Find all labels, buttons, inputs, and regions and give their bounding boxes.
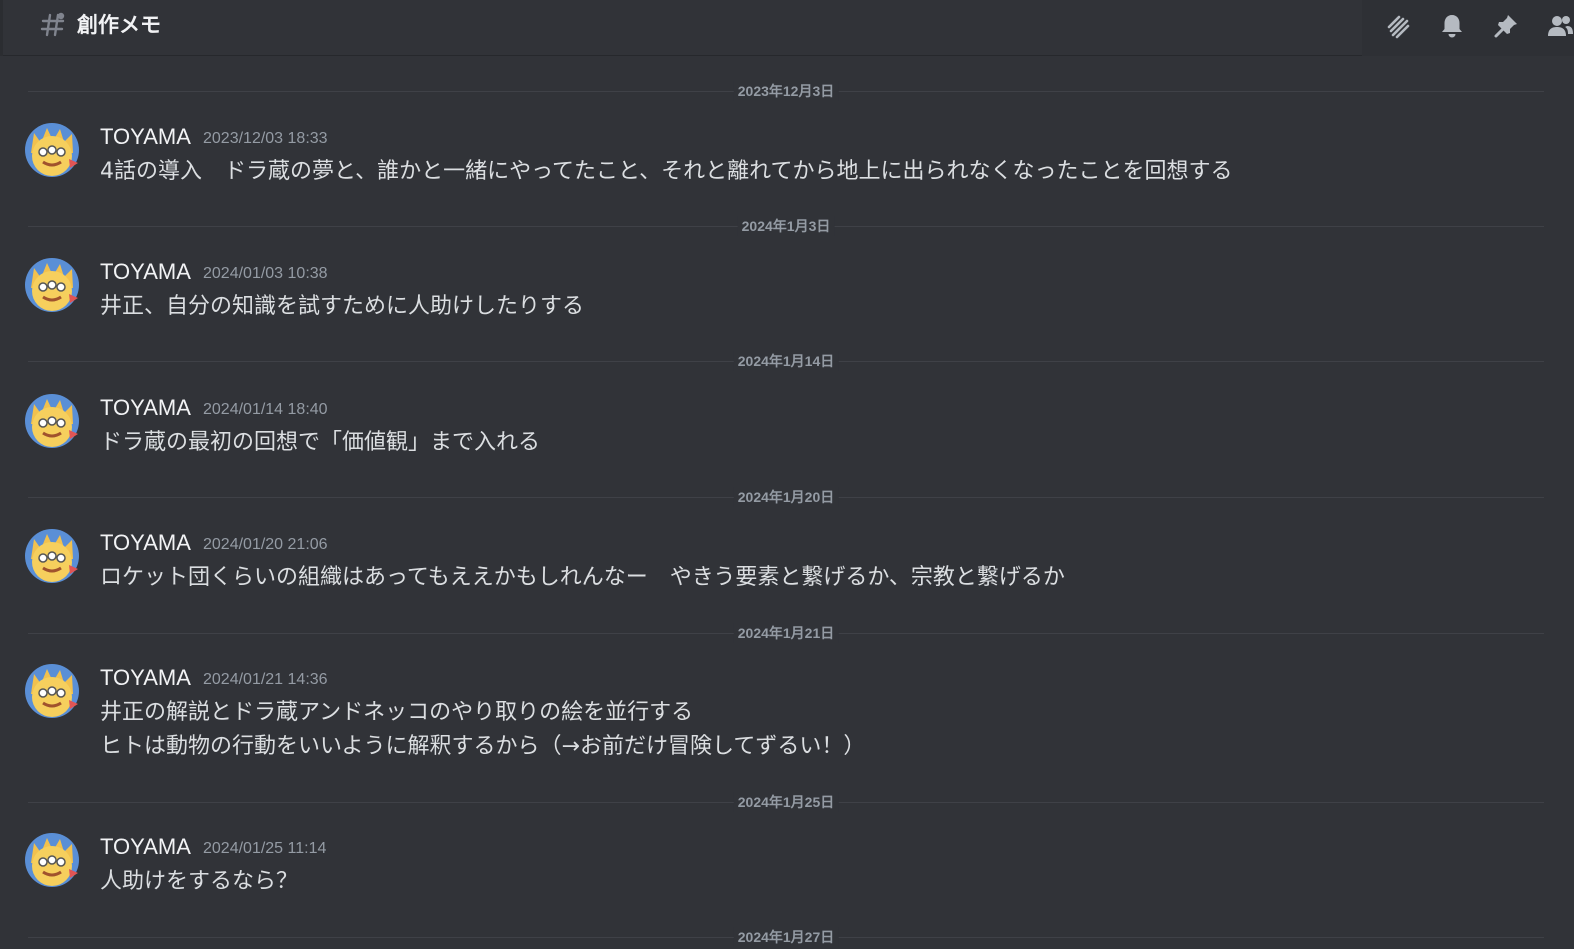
date-divider: 2023年12月3日 (28, 81, 1544, 101)
avatar[interactable] (25, 123, 79, 177)
avatar[interactable] (25, 258, 79, 312)
username[interactable]: TOYAMA (100, 123, 191, 151)
bell-icon[interactable] (1438, 12, 1466, 40)
message-timestamp: 2024/01/21 14:36 (203, 671, 328, 688)
channel-header: 創作メモ (0, 0, 1574, 56)
message-content: ドラ蔵の最初の回想で「価値観」まで入れる (100, 426, 540, 460)
divider-date: 2024年1月27日 (733, 927, 839, 947)
avatar[interactable] (25, 833, 79, 887)
message-timestamp: 2023/12/03 18:33 (203, 130, 328, 147)
message-line: ロケット団くらいの組織はあってもええかもしれんなー やきう要素と繋げるか、宗教と… (100, 565, 1065, 590)
divider-date: 2024年1月20日 (733, 487, 839, 507)
divider-date: 2023年12月3日 (733, 81, 839, 101)
members-icon[interactable] (1546, 12, 1574, 40)
message-line: ヒトは動物の行動をいいように解釈するから（→お前だけ冒険してずるい！） (100, 734, 866, 759)
username[interactable]: TOYAMA (100, 258, 191, 286)
message-content: 4話の導入 ドラ蔵の夢と、誰かと一緒にやってたこと、それと離れてから地上に出られ… (100, 155, 1232, 189)
date-divider: 2024年1月3日 (28, 216, 1544, 236)
divider-date: 2024年1月21日 (733, 623, 839, 643)
pin-icon[interactable] (1492, 12, 1520, 40)
message-content: ロケット団くらいの組織はあってもええかもしれんなー やきう要素と繋げるか、宗教と… (100, 561, 1065, 595)
header-toolbar (1362, 0, 1574, 56)
message-timestamp: 2024/01/14 18:40 (203, 401, 328, 418)
divider-date: 2024年1月25日 (733, 792, 839, 812)
message-list[interactable]: 2023年12月3日 TOYAMA 2023/12/03 18:33 4話の導入… (0, 57, 1574, 949)
threads-icon[interactable] (1384, 12, 1412, 40)
divider-date: 2024年1月14日 (733, 351, 839, 371)
message-content: 井正の解説とドラ蔵アンドネッコのやり取りの絵を並行する ヒトは動物の行動をいいよ… (100, 696, 865, 764)
message-content: 人助けをするなら？ (100, 865, 298, 899)
username[interactable]: TOYAMA (100, 394, 191, 422)
message-timestamp: 2024/01/03 10:38 (203, 265, 328, 282)
date-divider: 2024年1月27日 (28, 927, 1544, 947)
message-line: 井正、自分の知識を試すために人助けしたりする (100, 294, 585, 319)
message-line: 4話の導入 ドラ蔵の夢と、誰かと一緒にやってたこと、それと離れてから地上に出られ… (100, 159, 1233, 184)
avatar[interactable] (25, 664, 79, 718)
username[interactable]: TOYAMA (100, 529, 191, 557)
date-divider: 2024年1月20日 (28, 487, 1544, 507)
chat-window: 創作メモ 2023年12月3日 TOYAMA 2023/12/03 18:33 … (0, 0, 1574, 949)
channel-name: 創作メモ (77, 13, 161, 37)
date-divider: 2024年1月14日 (28, 351, 1544, 371)
message-line: ドラ蔵の最初の回想で「価値観」まで入れる (100, 430, 541, 455)
message-timestamp: 2024/01/20 21:06 (203, 536, 328, 553)
username[interactable]: TOYAMA (100, 833, 191, 861)
message-line: 人助けをするなら？ (100, 869, 299, 894)
message-content: 井正、自分の知識を試すために人助けしたりする (100, 290, 584, 324)
divider-date: 2024年1月3日 (737, 216, 835, 236)
date-divider: 2024年1月21日 (28, 623, 1544, 643)
avatar[interactable] (25, 394, 79, 448)
username[interactable]: TOYAMA (100, 664, 191, 692)
message-line: 井正の解説とドラ蔵アンドネッコのやり取りの絵を並行する (100, 700, 694, 725)
avatar[interactable] (25, 529, 79, 583)
message-timestamp: 2024/01/25 11:14 (203, 840, 327, 857)
date-divider: 2024年1月25日 (28, 792, 1544, 812)
channel-hash-icon (40, 12, 66, 38)
